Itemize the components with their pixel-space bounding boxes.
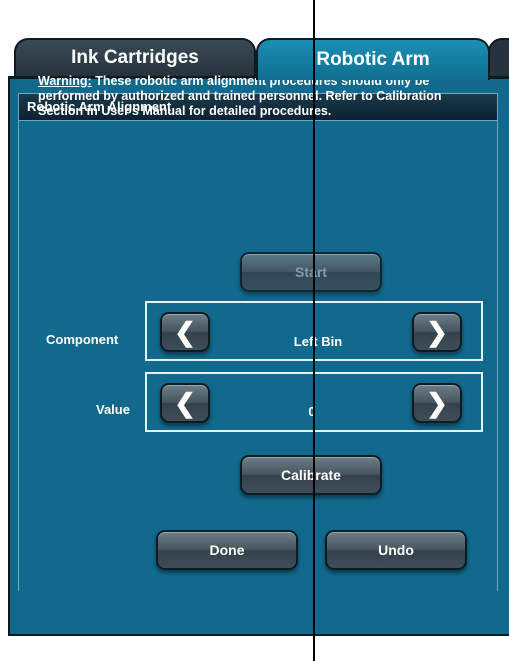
chevron-right-icon: ❯ bbox=[426, 387, 448, 418]
value-display: 0 bbox=[308, 404, 316, 419]
component-prev-button[interactable]: ❮ bbox=[160, 312, 210, 352]
tab-robotic-arm[interactable]: Robotic Arm bbox=[256, 38, 490, 80]
warning-text: Warning: These robotic arm alignment pro… bbox=[38, 74, 448, 119]
tab-ink-cartridges[interactable]: Ink Cartridges bbox=[14, 38, 256, 76]
component-label: Component bbox=[46, 332, 119, 347]
calibrate-button[interactable]: Calibrate bbox=[240, 455, 382, 495]
undo-label: Undo bbox=[378, 542, 414, 558]
component-next-button[interactable]: ❯ bbox=[412, 312, 462, 352]
warning-label: Warning: bbox=[38, 74, 92, 88]
chevron-left-icon: ❮ bbox=[174, 316, 196, 347]
chevron-left-icon: ❮ bbox=[174, 387, 196, 418]
vertical-guide-line bbox=[313, 0, 315, 661]
tab-label: Ink Cartridges bbox=[71, 47, 199, 68]
start-button[interactable]: Start bbox=[240, 252, 382, 292]
start-label: Start bbox=[295, 264, 327, 280]
value-increment-button[interactable]: ❯ bbox=[412, 383, 462, 423]
calibrate-label: Calibrate bbox=[281, 467, 341, 483]
component-value: Left Bin bbox=[293, 334, 343, 349]
tab-overflow[interactable] bbox=[488, 38, 509, 78]
undo-button[interactable]: Undo bbox=[325, 530, 467, 570]
warning-body: These robotic arm alignment procedures s… bbox=[38, 74, 442, 118]
tab-label: Robotic Arm bbox=[316, 49, 430, 70]
value-label: Value bbox=[96, 402, 130, 417]
done-button[interactable]: Done bbox=[156, 530, 298, 570]
done-label: Done bbox=[209, 542, 245, 558]
value-decrement-button[interactable]: ❮ bbox=[160, 383, 210, 423]
chevron-right-icon: ❯ bbox=[426, 316, 448, 347]
